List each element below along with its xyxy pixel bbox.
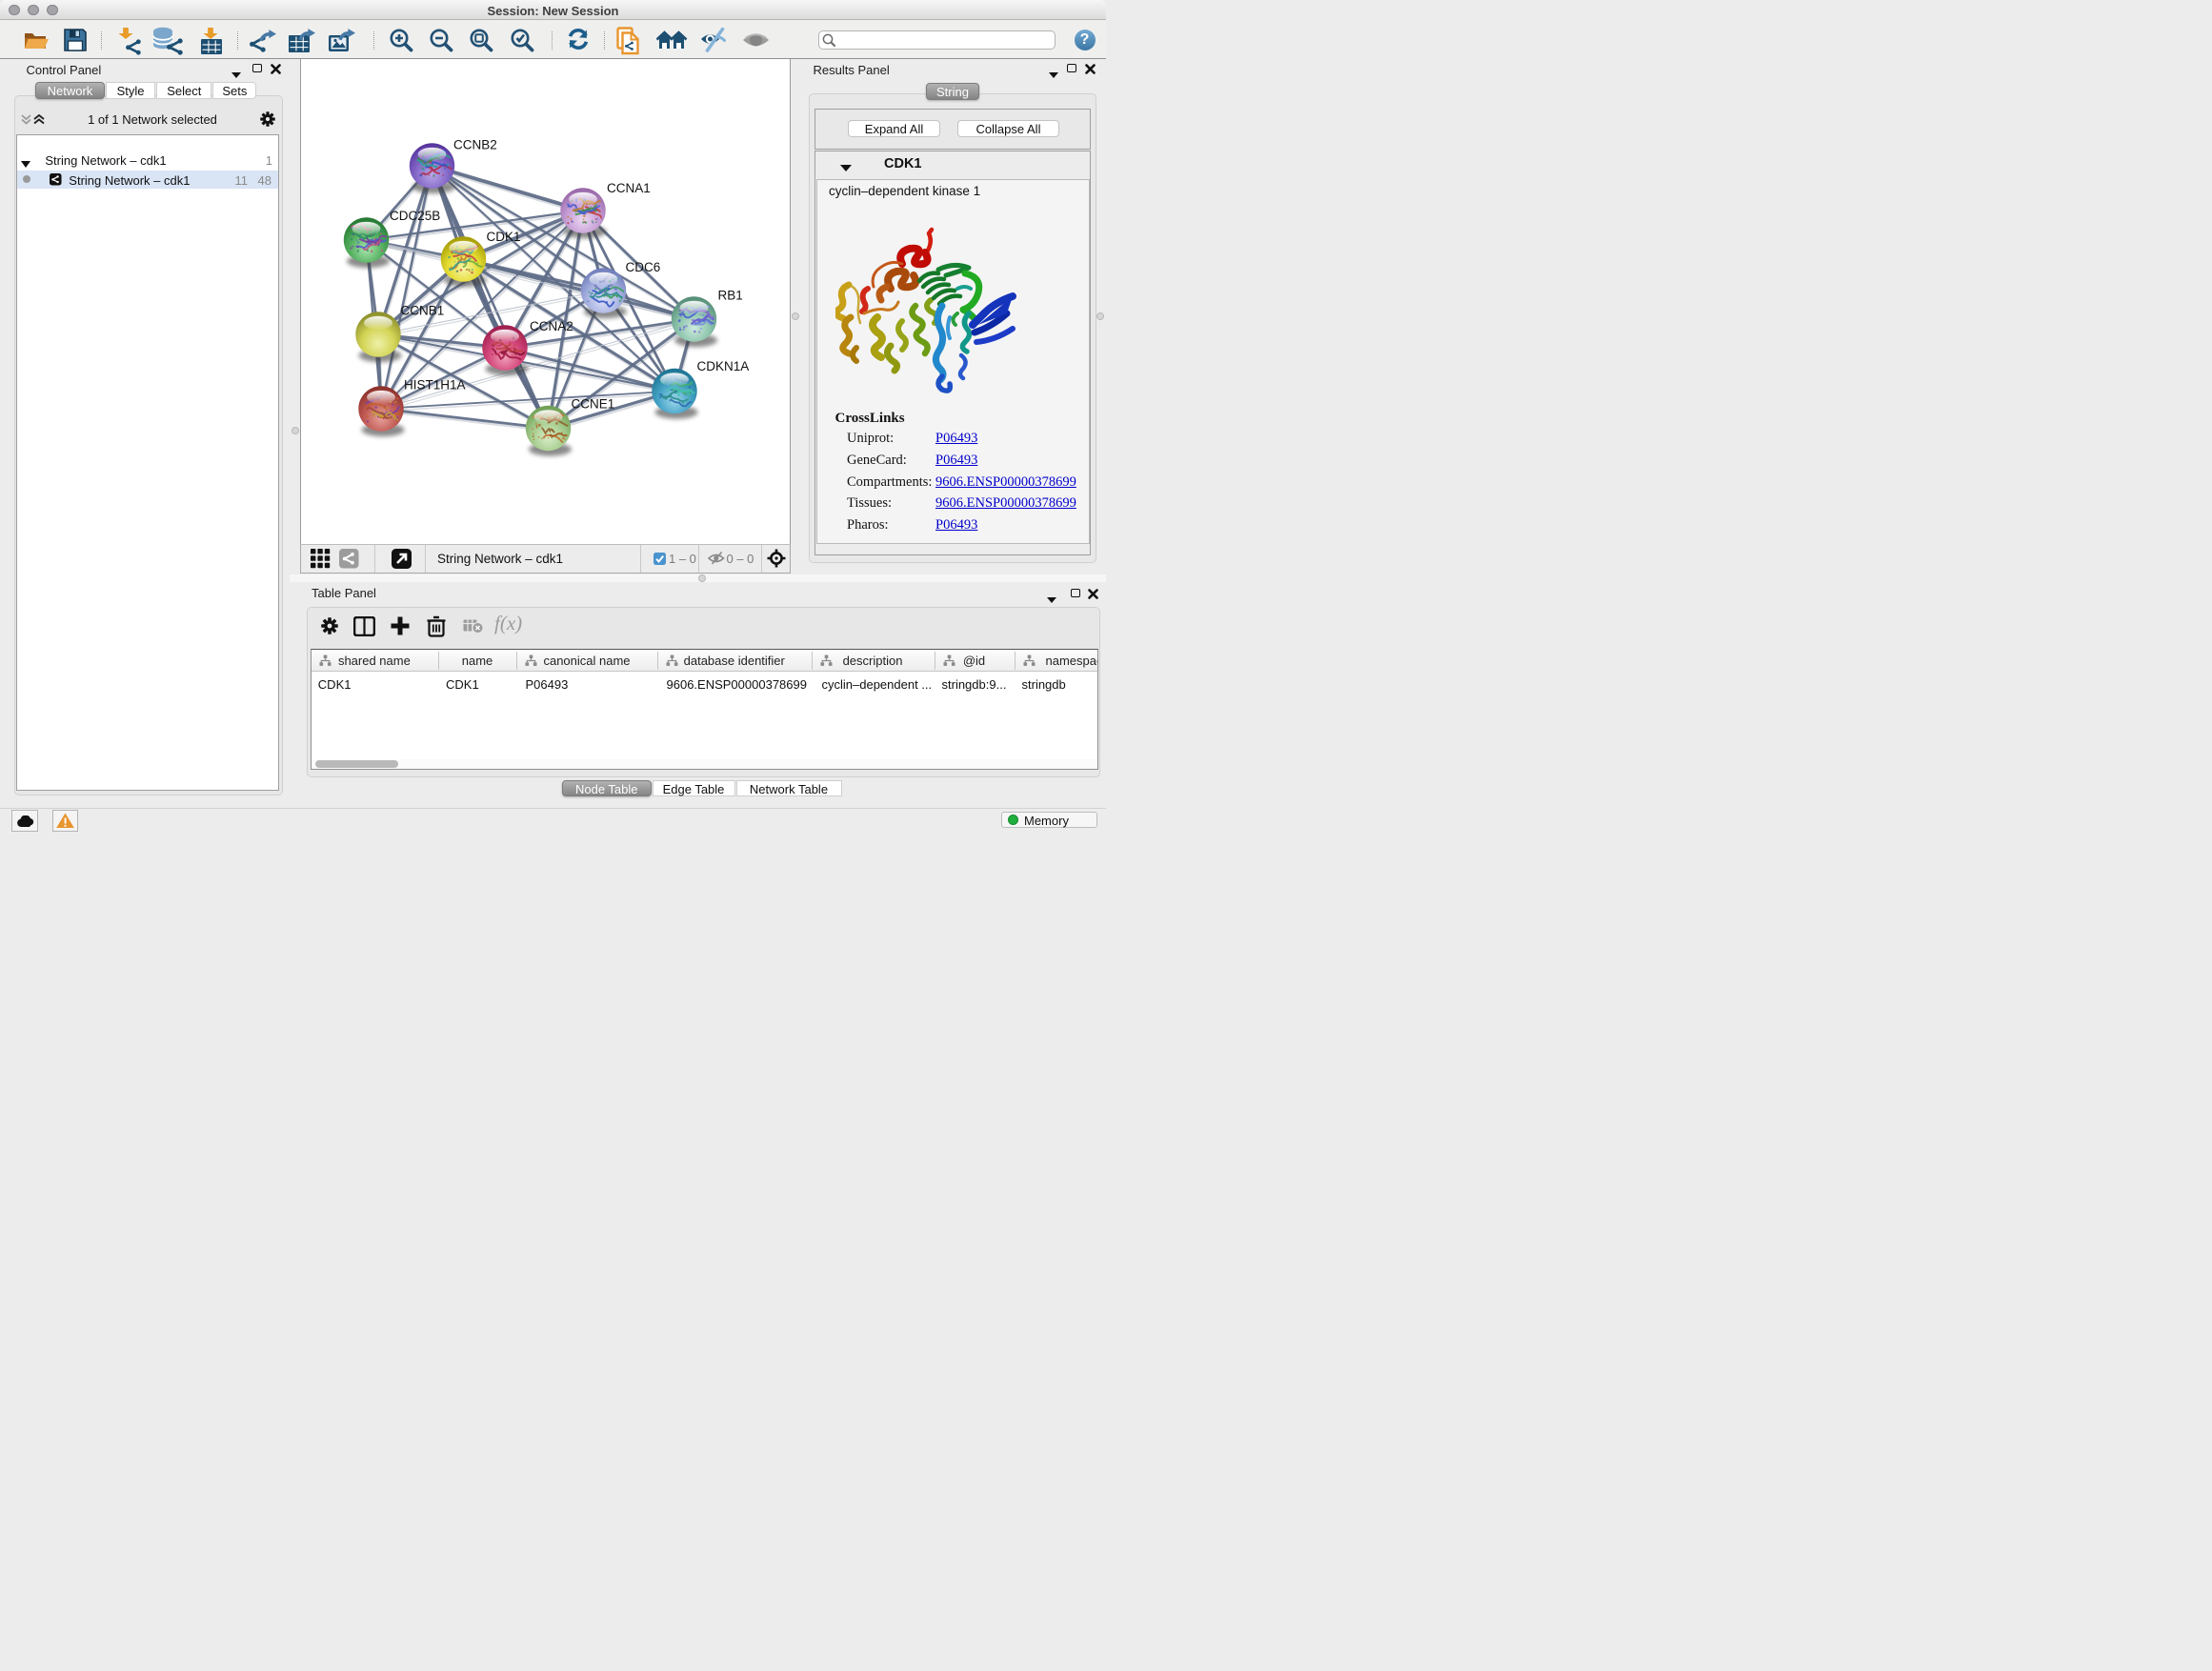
svg-text:CDC25B: CDC25B (390, 209, 440, 223)
svg-text:CDK1: CDK1 (486, 230, 520, 244)
svg-text:CDKN1A: CDKN1A (696, 359, 749, 373)
svg-text:CCNA2: CCNA2 (530, 319, 573, 333)
svg-text:CCNE1: CCNE1 (571, 397, 614, 412)
svg-text:HIST1H1A: HIST1H1A (404, 378, 466, 393)
svg-text:RB1: RB1 (717, 289, 742, 303)
svg-text:CCNB1: CCNB1 (400, 304, 444, 318)
svg-text:CCNA1: CCNA1 (607, 181, 651, 195)
svg-text:CDC6: CDC6 (625, 260, 660, 274)
svg-text:CCNB2: CCNB2 (453, 138, 497, 152)
